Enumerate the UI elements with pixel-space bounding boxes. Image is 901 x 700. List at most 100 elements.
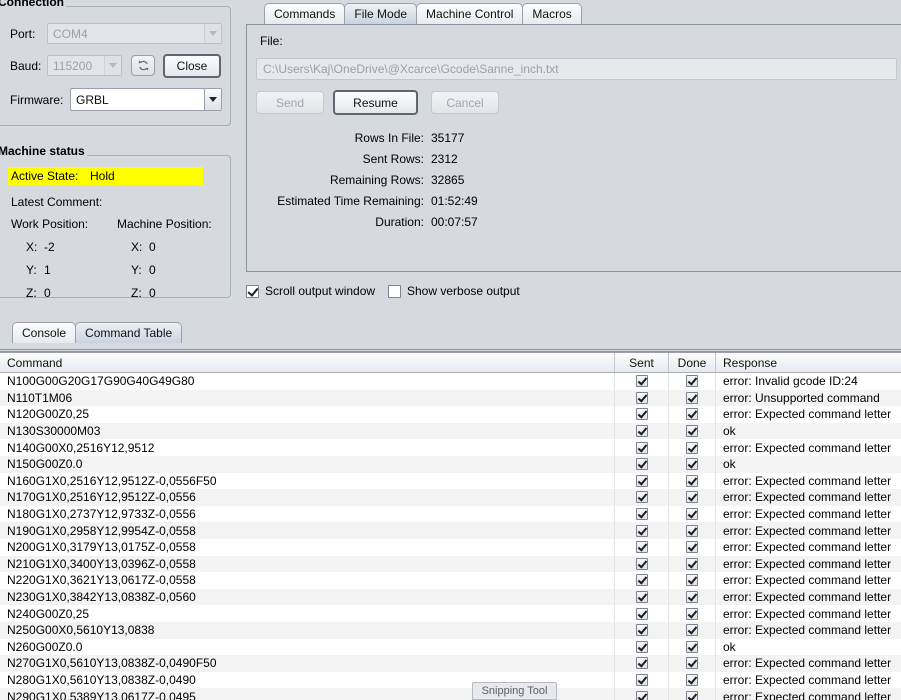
table-row[interactable]: N270G1X0,5610Y13,0838Z-0,0490F50 error: E… — [0, 655, 901, 672]
cell-sent-checkbox[interactable] — [615, 373, 669, 390]
cell-response: error: Expected command letter — [723, 440, 892, 455]
snipping-tool-taskbar-item[interactable]: Snipping Tool — [472, 682, 557, 700]
cell-done-checkbox[interactable] — [669, 389, 716, 407]
cell-command: N180G1X0,2737Y12,9733Z-0,0556 — [0, 505, 615, 523]
cell-sent-checkbox[interactable] — [615, 572, 669, 589]
cell-sent-checkbox[interactable] — [615, 605, 669, 622]
table-row[interactable]: N150G00Z0.0 ok — [0, 455, 901, 473]
cell-done-checkbox[interactable] — [669, 373, 716, 390]
remaining-rows-value: 32865 — [431, 173, 465, 187]
cell-done-checkbox[interactable] — [669, 572, 716, 589]
cell-response: error: Expected command letter — [723, 523, 892, 538]
cell-done-checkbox[interactable] — [669, 621, 716, 639]
table-row[interactable]: N110T1M06 error: Unsupported command — [0, 389, 901, 407]
tab-machine-control[interactable]: Machine Control — [416, 3, 524, 24]
cell-done-checkbox[interactable] — [669, 588, 716, 606]
resume-button[interactable]: Resume — [333, 90, 418, 115]
table-row[interactable]: N160G1X0,2516Y12,9512Z-0,0556F50 error: E… — [0, 472, 901, 490]
tab-macros[interactable]: Macros — [522, 3, 582, 24]
table-row[interactable]: N190G1X0,2958Y12,9954Z-0,0558 error: Expe… — [0, 522, 901, 539]
cell-done-checkbox[interactable] — [669, 472, 716, 490]
tab-commands[interactable]: Commands — [264, 3, 346, 24]
scroll-output-label: Scroll output window — [265, 284, 376, 298]
cell-done-checkbox[interactable] — [669, 605, 716, 622]
cell-done-checkbox[interactable] — [669, 439, 716, 456]
firmware-combo[interactable]: GRBL — [70, 88, 222, 111]
cell-sent-checkbox[interactable] — [615, 588, 669, 606]
cell-done-checkbox[interactable] — [669, 522, 716, 539]
cell-sent-checkbox[interactable] — [615, 439, 669, 456]
cell-done-checkbox[interactable] — [669, 505, 716, 523]
cell-sent-checkbox[interactable] — [615, 522, 669, 539]
tab-console[interactable]: Console — [12, 322, 77, 343]
verbose-output-checkbox-row[interactable]: Show verbose output — [388, 284, 520, 298]
cell-command: N160G1X0,2516Y12,9512Z-0,0556F50 — [0, 472, 615, 490]
scroll-output-checkbox[interactable] — [246, 284, 259, 298]
cell-sent-checkbox[interactable] — [615, 621, 669, 639]
tab-file-mode-label: File Mode — [354, 7, 408, 21]
table-row[interactable]: N180G1X0,2737Y12,9733Z-0,0556 error: Expe… — [0, 505, 901, 523]
table-row[interactable]: N260G00Z0.0 ok — [0, 638, 901, 656]
table-row[interactable]: N280G1X0,5610Y13,0838Z-0,0490 error: Expe… — [0, 671, 901, 689]
cell-response: error: Expected command letter — [723, 672, 892, 687]
cell-sent-checkbox[interactable] — [615, 422, 669, 440]
cell-command: N170G1X0,2516Y12,9512Z-0,0556 — [0, 489, 615, 506]
cancel-button[interactable]: Cancel — [431, 91, 499, 114]
cell-sent-checkbox[interactable] — [615, 688, 669, 700]
cell-done-checkbox[interactable] — [669, 422, 716, 440]
cell-sent-checkbox[interactable] — [615, 505, 669, 523]
verbose-output-checkbox[interactable] — [388, 284, 401, 298]
baud-combo[interactable]: 115200 — [47, 55, 122, 76]
cell-sent-checkbox[interactable] — [615, 555, 669, 573]
cell-sent-checkbox[interactable] — [615, 638, 669, 656]
cell-sent-checkbox[interactable] — [615, 671, 669, 689]
table-row[interactable]: N130S30000M03 ok — [0, 422, 901, 440]
table-row[interactable]: N250G00X0,5610Y13,0838 error: Expected co… — [0, 621, 901, 639]
cell-done-checkbox[interactable] — [669, 688, 716, 700]
check-icon — [686, 375, 698, 388]
table-row[interactable]: N230G1X0,3842Y13,0838Z-0,0560 error: Expe… — [0, 588, 901, 606]
table-row[interactable]: N100G00G20G17G90G40G49G80 error: Invalid … — [0, 373, 901, 390]
table-row[interactable]: N140G00X0,2516Y12,9512 error: Expected co… — [0, 439, 901, 456]
send-button[interactable]: Send — [256, 91, 324, 114]
cell-done-checkbox[interactable] — [669, 638, 716, 656]
tab-command-table[interactable]: Command Table — [75, 322, 183, 343]
tab-commands-label: Commands — [274, 7, 336, 21]
close-connection-button[interactable]: Close — [163, 54, 221, 78]
cell-command: N150G00Z0.0 — [0, 455, 615, 473]
table-row[interactable]: N200G1X0,3179Y13,0175Z-0,0558 error: Expe… — [0, 538, 901, 556]
cell-sent-checkbox[interactable] — [615, 406, 669, 423]
cell-done-checkbox[interactable] — [669, 538, 716, 556]
cell-command: N240G00Z0,25 — [0, 605, 615, 622]
cell-sent-checkbox[interactable] — [615, 472, 669, 490]
column-header-response[interactable]: Response — [716, 353, 901, 372]
refresh-ports-button[interactable] — [131, 55, 155, 76]
cell-sent-checkbox[interactable] — [615, 655, 669, 672]
table-row[interactable]: N120G00Z0,25 error: Expected command lett… — [0, 406, 901, 423]
tab-file-mode[interactable]: File Mode — [344, 3, 418, 24]
column-header-sent[interactable]: Sent — [615, 353, 669, 372]
cell-done-checkbox[interactable] — [669, 406, 716, 423]
table-row[interactable]: N170G1X0,2516Y12,9512Z-0,0556 error: Expe… — [0, 489, 901, 506]
table-row[interactable]: N220G1X0,3621Y13,0617Z-0,0558 error: Expe… — [0, 572, 901, 589]
verbose-output-label: Show verbose output — [407, 284, 520, 298]
cell-sent-checkbox[interactable] — [615, 489, 669, 506]
baud-combo-value: 115200 — [53, 58, 93, 73]
cell-done-checkbox[interactable] — [669, 655, 716, 672]
scroll-output-checkbox-row[interactable]: Scroll output window — [246, 284, 375, 298]
table-row[interactable]: N210G1X0,3400Y13,0396Z-0,0558 error: Expe… — [0, 555, 901, 573]
port-combo[interactable]: COM4 — [47, 23, 222, 44]
cell-done-checkbox[interactable] — [669, 455, 716, 473]
cell-sent-checkbox[interactable] — [615, 538, 669, 556]
column-header-command[interactable]: Command — [0, 353, 615, 372]
cell-sent-checkbox[interactable] — [615, 389, 669, 407]
table-row[interactable]: N290G1X0,5389Y13,0617Z-0,0495 error: Expe… — [0, 688, 901, 700]
cell-done-checkbox[interactable] — [669, 489, 716, 506]
file-path-field[interactable]: C:\Users\Kaj\OneDrive\@Xcarce\Gcode\Sann… — [256, 58, 897, 80]
column-header-done[interactable]: Done — [669, 353, 716, 372]
table-row[interactable]: N240G00Z0,25 error: Expected command lett… — [0, 605, 901, 622]
cell-done-checkbox[interactable] — [669, 671, 716, 689]
cell-response: ok — [723, 639, 736, 654]
cell-sent-checkbox[interactable] — [615, 455, 669, 473]
cell-done-checkbox[interactable] — [669, 555, 716, 573]
